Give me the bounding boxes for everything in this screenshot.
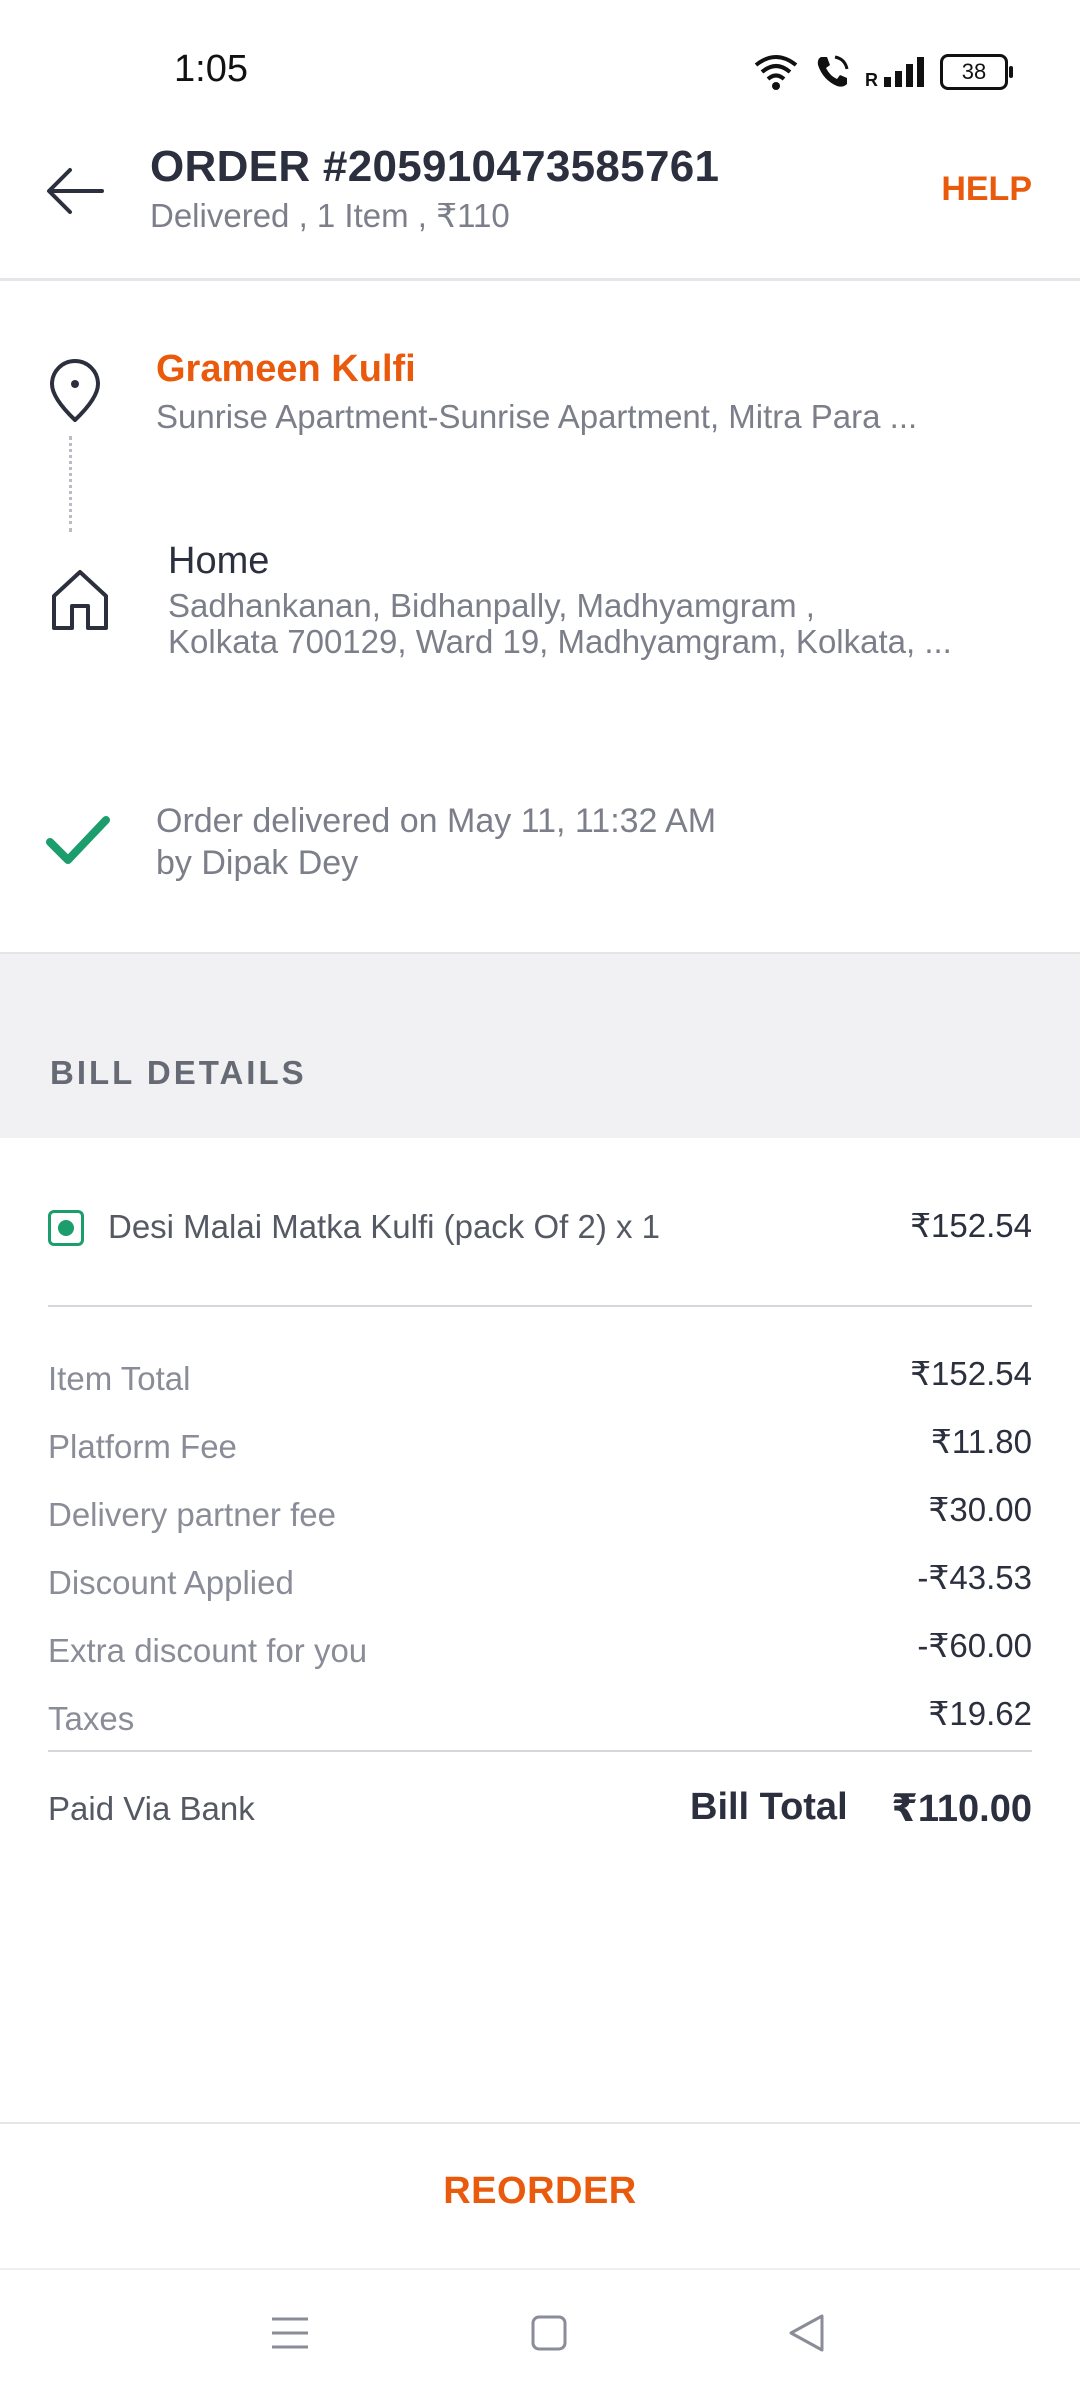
bill-row-value: ₹11.80 [930, 1423, 1032, 1460]
call-icon [817, 55, 849, 87]
signal-icon [884, 57, 924, 87]
battery-level: 38 [961, 59, 987, 84]
total-divider [48, 1750, 1032, 1752]
signal-roaming-label: R [865, 69, 878, 90]
home-square-icon[interactable] [530, 2314, 568, 2352]
status-icons: R 38 [753, 50, 1013, 94]
bill-row-value: ₹152.54 [910, 1355, 1032, 1392]
reorder-button[interactable]: REORDER [0, 2170, 1080, 2213]
delivery-address-line2: Kolkata 700129, Ward 19, Madhyamgram, Ko… [168, 623, 952, 660]
back-triangle-icon[interactable] [786, 2312, 826, 2354]
delivery-address-title: Home [168, 540, 270, 582]
route-connector [69, 436, 72, 532]
item-divider [48, 1305, 1032, 1307]
battery-icon: 38 [940, 54, 1013, 90]
veg-indicator-icon [48, 1210, 84, 1246]
header-divider [0, 278, 1080, 281]
wifi-icon [754, 55, 798, 90]
bill-total-value: ₹110.00 [891, 1788, 1032, 1830]
bill-row-value: -₹43.53 [917, 1559, 1032, 1596]
status-time: 1:05 [174, 48, 248, 90]
arrow-left-icon[interactable] [44, 164, 106, 218]
bill-details-header [0, 952, 1080, 1138]
bill-row-label: Taxes [48, 1700, 135, 1737]
check-icon [46, 816, 110, 864]
bill-row-value: ₹30.00 [928, 1491, 1032, 1528]
bill-row-label: Platform Fee [48, 1428, 237, 1465]
order-summary: Delivered , 1 Item , ₹110 [150, 197, 510, 234]
menu-icon[interactable] [270, 2314, 310, 2352]
order-title: ORDER #205910473585761 [150, 142, 720, 191]
bill-row-value: -₹60.00 [917, 1627, 1032, 1664]
restaurant-address: Sunrise Apartment-Sunrise Apartment, Mit… [156, 398, 918, 435]
bill-row-label: Item Total [48, 1360, 191, 1397]
delivery-address-line1: Sadhankanan, Bidhanpally, Madhyamgram , [168, 587, 815, 624]
bill-row-label: Discount Applied [48, 1564, 294, 1601]
restaurant-name: Grameen Kulfi [156, 348, 416, 390]
item-price: ₹152.54 [910, 1207, 1032, 1244]
footer-divider [0, 2122, 1080, 2124]
bill-row-label: Delivery partner fee [48, 1496, 336, 1533]
delivery-partner-text: by Dipak Dey [156, 844, 359, 882]
delivery-status-text: Order delivered on May 11, 11:32 AM [156, 802, 717, 840]
bill-row-label: Extra discount for you [48, 1632, 368, 1669]
bill-row-value: ₹19.62 [928, 1695, 1032, 1732]
home-icon [52, 570, 108, 630]
bill-total-label: Bill Total [690, 1786, 848, 1828]
delivery-address: Sadhankanan, Bidhanpally, Madhyamgram , … [168, 588, 1038, 660]
location-pin-icon [50, 359, 100, 422]
help-button[interactable]: HELP [941, 170, 1032, 209]
item-name: Desi Malai Matka Kulfi (pack Of 2) x 1 [108, 1208, 661, 1245]
bill-details-title: BILL DETAILS [50, 1054, 307, 1091]
payment-method: Paid Via Bank [48, 1790, 255, 1827]
